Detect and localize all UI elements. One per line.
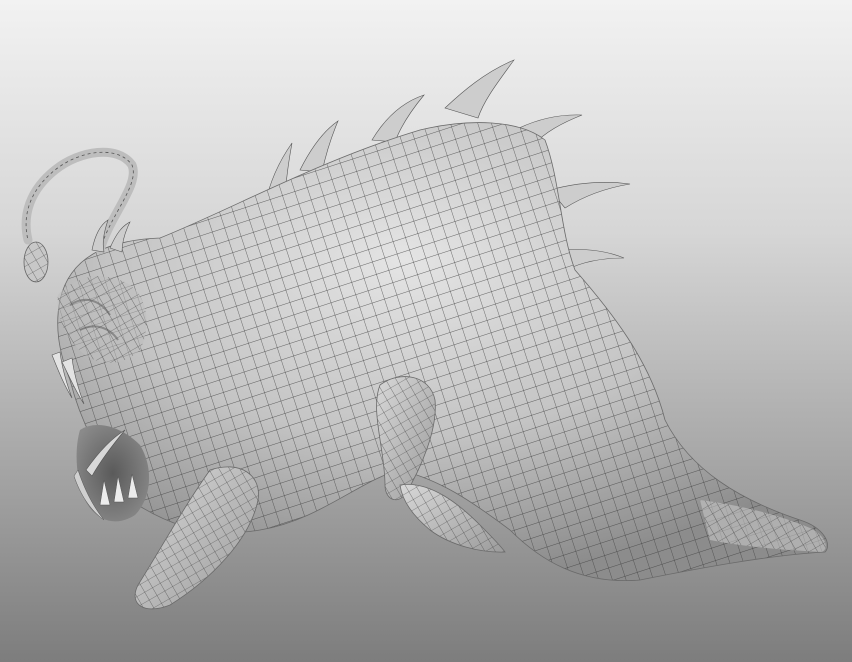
middle-leg (376, 376, 436, 501)
3d-viewport[interactable] (0, 0, 852, 662)
creature-model (21, 59, 828, 610)
